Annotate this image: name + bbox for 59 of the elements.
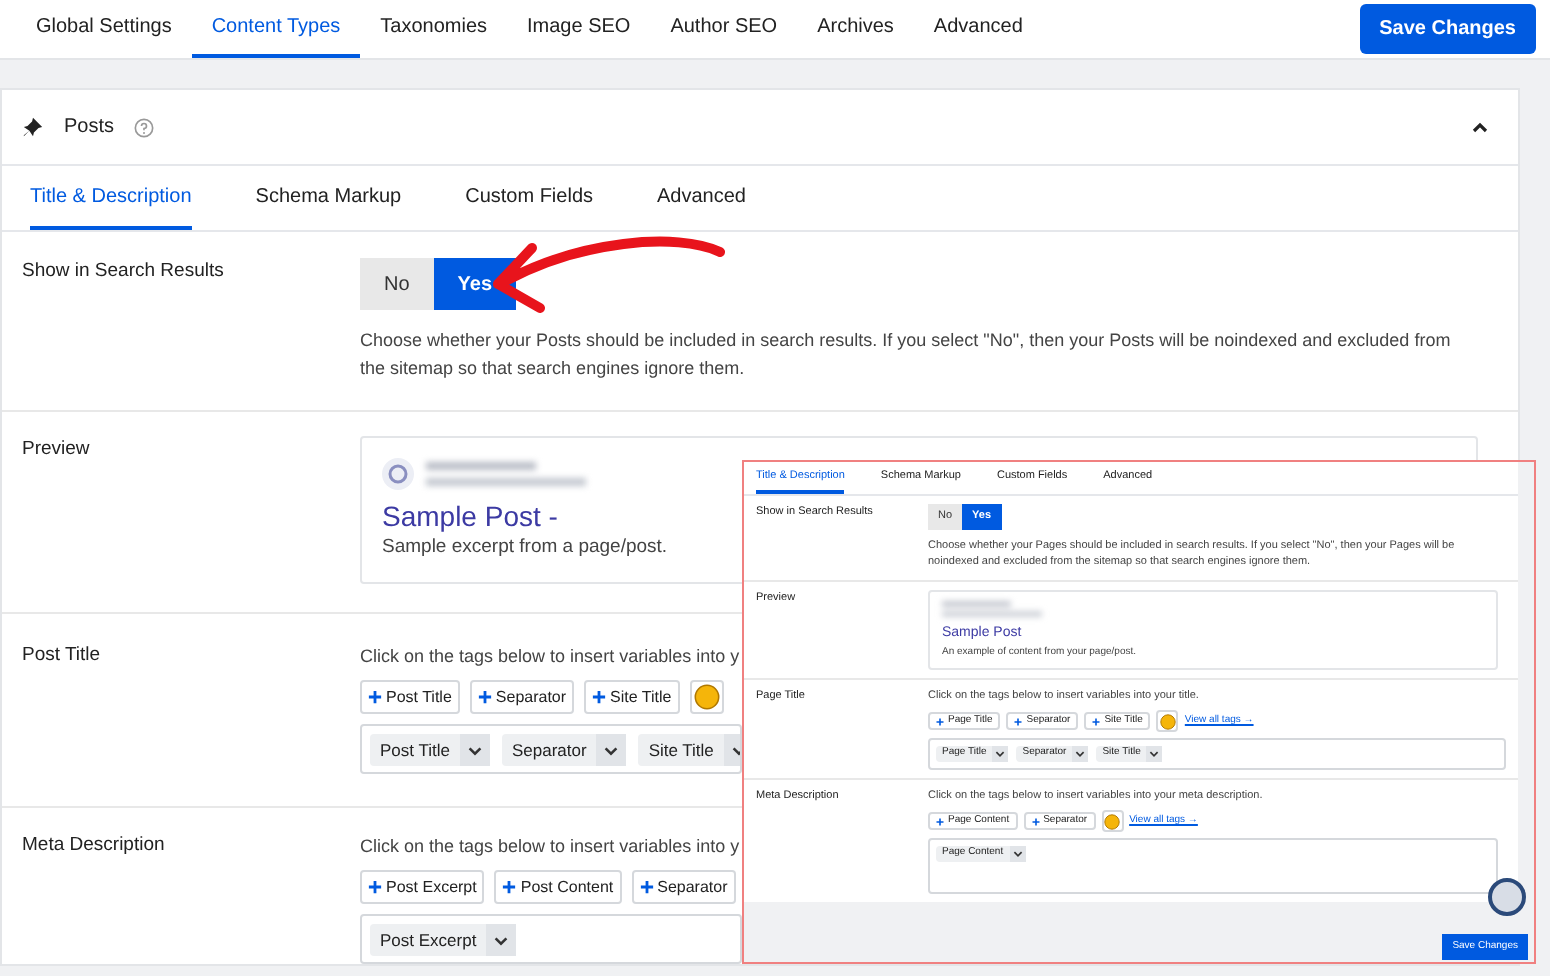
field-description: Choose whether your Posts should be included in search results. If you select "No", then your Posts will be noindexed and excluded from the sitemap so that search engines ignore them. bbox=[360, 328, 1453, 382]
tag-input-box[interactable]: Post Excerpt bbox=[360, 914, 742, 965]
collapse-icon[interactable] bbox=[1470, 117, 1490, 137]
plus-icon bbox=[477, 690, 492, 705]
variable-token[interactable]: Separator bbox=[501, 734, 627, 767]
field-label: Post Title bbox=[22, 642, 103, 671]
chevron-down-icon bbox=[1011, 848, 1024, 860]
field-hint: Click on the tags below to insert variables into y bbox=[360, 834, 740, 861]
save-changes-button[interactable]: Save Changes bbox=[1359, 4, 1536, 54]
settings-tab[interactable]: Archives bbox=[797, 0, 914, 58]
plus-icon bbox=[1031, 817, 1040, 825]
variable-token[interactable]: Site Title bbox=[638, 734, 740, 767]
plus-icon bbox=[936, 817, 944, 825]
section-tab[interactable]: Custom Fields bbox=[465, 166, 593, 230]
chevron-down-icon bbox=[465, 741, 484, 760]
help-icon bbox=[134, 117, 155, 137]
plus-icon bbox=[1092, 717, 1101, 725]
panel-title: Posts bbox=[64, 114, 115, 142]
avatar bbox=[1488, 878, 1526, 916]
insert-tag-button[interactable]: Site Title bbox=[584, 680, 680, 715]
section-tab[interactable]: Advanced bbox=[657, 166, 746, 230]
chevron-down-icon bbox=[994, 748, 1007, 760]
insert-tag-button[interactable]: Post Content bbox=[494, 870, 622, 905]
tag-input-box[interactable]: Post Title Separator Site Title bbox=[360, 724, 742, 775]
preview-excerpt: Sample excerpt from a page/post. bbox=[382, 534, 668, 562]
chevron-down-icon bbox=[492, 931, 511, 950]
plus-icon bbox=[368, 880, 382, 895]
variable-token[interactable]: Post Title bbox=[370, 734, 490, 767]
insert-tag-button[interactable]: Post Title bbox=[360, 680, 460, 715]
plus-icon bbox=[639, 880, 654, 895]
settings-tab[interactable]: Author SEO bbox=[650, 0, 798, 58]
section-tab[interactable]: Schema Markup bbox=[255, 166, 402, 230]
settings-tab[interactable]: Global Settings bbox=[16, 0, 192, 58]
plus-icon bbox=[1014, 717, 1023, 725]
plus-icon bbox=[592, 690, 607, 705]
chevron-down-icon bbox=[1148, 748, 1161, 760]
section-tab[interactable]: Title & Description bbox=[30, 166, 192, 230]
chevron-down-icon bbox=[1074, 748, 1087, 760]
globe-icon bbox=[382, 458, 414, 490]
field-label: Preview bbox=[22, 436, 92, 464]
insert-tag-button[interactable]: Separator bbox=[631, 870, 736, 905]
plus-icon bbox=[368, 690, 382, 705]
plus-icon bbox=[936, 717, 944, 725]
blurred-url-drawing bbox=[942, 600, 1042, 618]
settings-tab[interactable]: Taxonomies bbox=[360, 0, 507, 58]
field-label: Meta Description bbox=[22, 832, 167, 861]
plus-icon bbox=[502, 880, 517, 895]
insert-tag-button[interactable]: Post Excerpt bbox=[360, 870, 485, 905]
variable-token[interactable]: Post Excerpt bbox=[370, 924, 517, 957]
field-hint: Click on the tags below to insert variables into y bbox=[360, 644, 740, 671]
settings-tab[interactable]: Image SEO bbox=[507, 0, 651, 58]
preview-title: Sample Post - bbox=[382, 498, 558, 534]
pin-icon bbox=[22, 116, 44, 138]
chevron-down-icon bbox=[602, 741, 621, 760]
settings-tab[interactable]: Advanced bbox=[913, 0, 1043, 58]
insert-tag-button[interactable]: Separator bbox=[469, 680, 575, 715]
toggle-option[interactable]: No bbox=[360, 258, 434, 310]
field-label: Show in Search Results bbox=[22, 258, 226, 286]
settings-tab[interactable]: Content Types bbox=[191, 0, 361, 58]
